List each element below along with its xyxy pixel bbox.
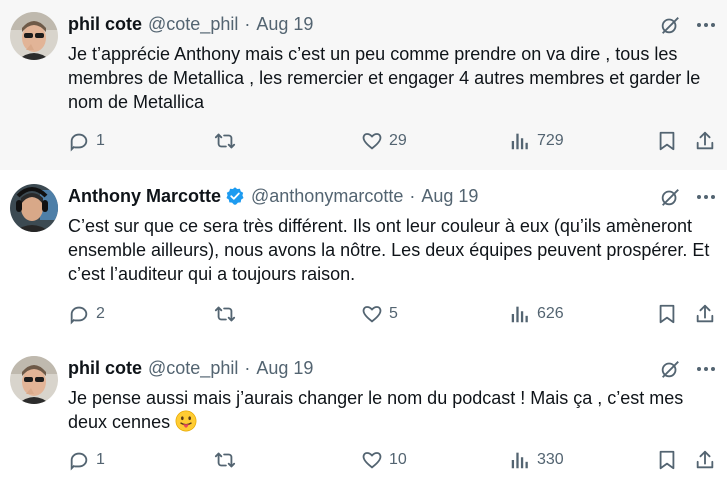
tweet-actions: 2 5 626 (68, 303, 727, 329)
separator: · (244, 357, 251, 378)
tweet-text: C’est sur que ce sera très différent. Il… (68, 216, 710, 284)
share-icon (696, 450, 714, 469)
author-handle[interactable]: @cote_phil (148, 14, 238, 35)
views-icon (511, 306, 528, 323)
tweet-text: Je t’apprécie Anthony mais c’est un peu … (68, 44, 701, 112)
like-count: 29 (389, 132, 407, 149)
retweet-button[interactable] (214, 449, 242, 471)
avatar[interactable] (10, 12, 58, 60)
reply-button[interactable]: 2 (68, 303, 105, 325)
avatar[interactable] (10, 184, 58, 232)
author-handle[interactable]: @anthonymarcotte (251, 186, 403, 207)
author-name[interactable]: phil cote (68, 358, 142, 379)
retweet-button[interactable] (214, 130, 242, 152)
grok-icon[interactable] (659, 358, 681, 380)
avatar[interactable] (10, 356, 58, 404)
bookmark-icon (659, 450, 675, 470)
more-icon[interactable] (697, 14, 715, 36)
heart-icon (362, 133, 382, 150)
tweet-text: Je pense aussi mais j’aurais changer le … (68, 386, 718, 434)
share-button[interactable] (694, 449, 716, 471)
share-button[interactable] (694, 130, 716, 152)
like-count: 5 (389, 305, 398, 322)
views-button[interactable]: 330 (509, 449, 564, 471)
tweet-date[interactable]: Aug 19 (256, 14, 313, 35)
author-name[interactable]: Anthony Marcotte (68, 186, 221, 207)
face-with-tongue-emoji (175, 410, 197, 432)
heart-icon (362, 452, 382, 469)
tweet-2[interactable]: Anthony Marcotte @anthonymarcotte · Aug … (0, 170, 727, 342)
more-icon[interactable] (697, 186, 715, 208)
views-icon (511, 133, 528, 150)
verified-badge-icon (225, 186, 245, 206)
reply-icon (70, 133, 88, 152)
reply-count: 2 (96, 305, 105, 322)
view-count: 330 (537, 451, 564, 468)
bookmark-button[interactable] (656, 303, 678, 325)
grok-icon[interactable] (659, 186, 681, 208)
reply-button[interactable]: 1 (68, 130, 105, 152)
retweet-icon (214, 452, 236, 468)
tweet-date[interactable]: Aug 19 (421, 186, 478, 207)
view-count: 626 (537, 305, 564, 322)
tweet-header: phil cote @cote_phil · Aug 19 (68, 12, 313, 36)
reply-count: 1 (96, 451, 105, 468)
bookmark-button[interactable] (656, 449, 678, 471)
like-button[interactable]: 29 (361, 130, 407, 152)
share-icon (696, 131, 714, 150)
retweet-button[interactable] (214, 303, 242, 325)
retweet-icon (214, 306, 236, 322)
tweet-header: phil cote @cote_phil · Aug 19 (68, 356, 313, 380)
share-button[interactable] (694, 303, 716, 325)
bookmark-icon (659, 131, 675, 151)
reply-button[interactable]: 1 (68, 449, 105, 471)
share-icon (696, 304, 714, 323)
tweet-3[interactable]: phil cote @cote_phil · Aug 19 Je pense a… (0, 342, 727, 482)
tweet-actions: 1 10 330 (68, 449, 727, 475)
view-count: 729 (537, 132, 564, 149)
grok-icon[interactable] (659, 14, 681, 36)
reply-count: 1 (96, 132, 105, 149)
reply-icon (70, 452, 88, 471)
bookmark-icon (659, 304, 675, 324)
author-name[interactable]: phil cote (68, 14, 142, 35)
views-icon (511, 452, 528, 469)
views-button[interactable]: 626 (509, 303, 564, 325)
views-button[interactable]: 729 (509, 130, 564, 152)
retweet-icon (214, 133, 236, 149)
tweet-header: Anthony Marcotte @anthonymarcotte · Aug … (68, 184, 478, 208)
heart-icon (362, 306, 382, 323)
like-button[interactable]: 5 (361, 303, 398, 325)
tweet-date[interactable]: Aug 19 (256, 358, 313, 379)
bookmark-button[interactable] (656, 130, 678, 152)
tweet-1[interactable]: phil cote @cote_phil · Aug 19 Je t’appré… (0, 0, 727, 170)
like-count: 10 (389, 451, 407, 468)
author-handle[interactable]: @cote_phil (148, 358, 238, 379)
separator: · (244, 13, 251, 34)
more-icon[interactable] (697, 358, 715, 380)
like-button[interactable]: 10 (361, 449, 407, 471)
reply-icon (70, 306, 88, 325)
tweet-text-body: Je pense aussi mais j’aurais changer le … (68, 388, 684, 432)
separator: · (409, 185, 416, 206)
tweet-actions: 1 29 729 (68, 130, 727, 156)
